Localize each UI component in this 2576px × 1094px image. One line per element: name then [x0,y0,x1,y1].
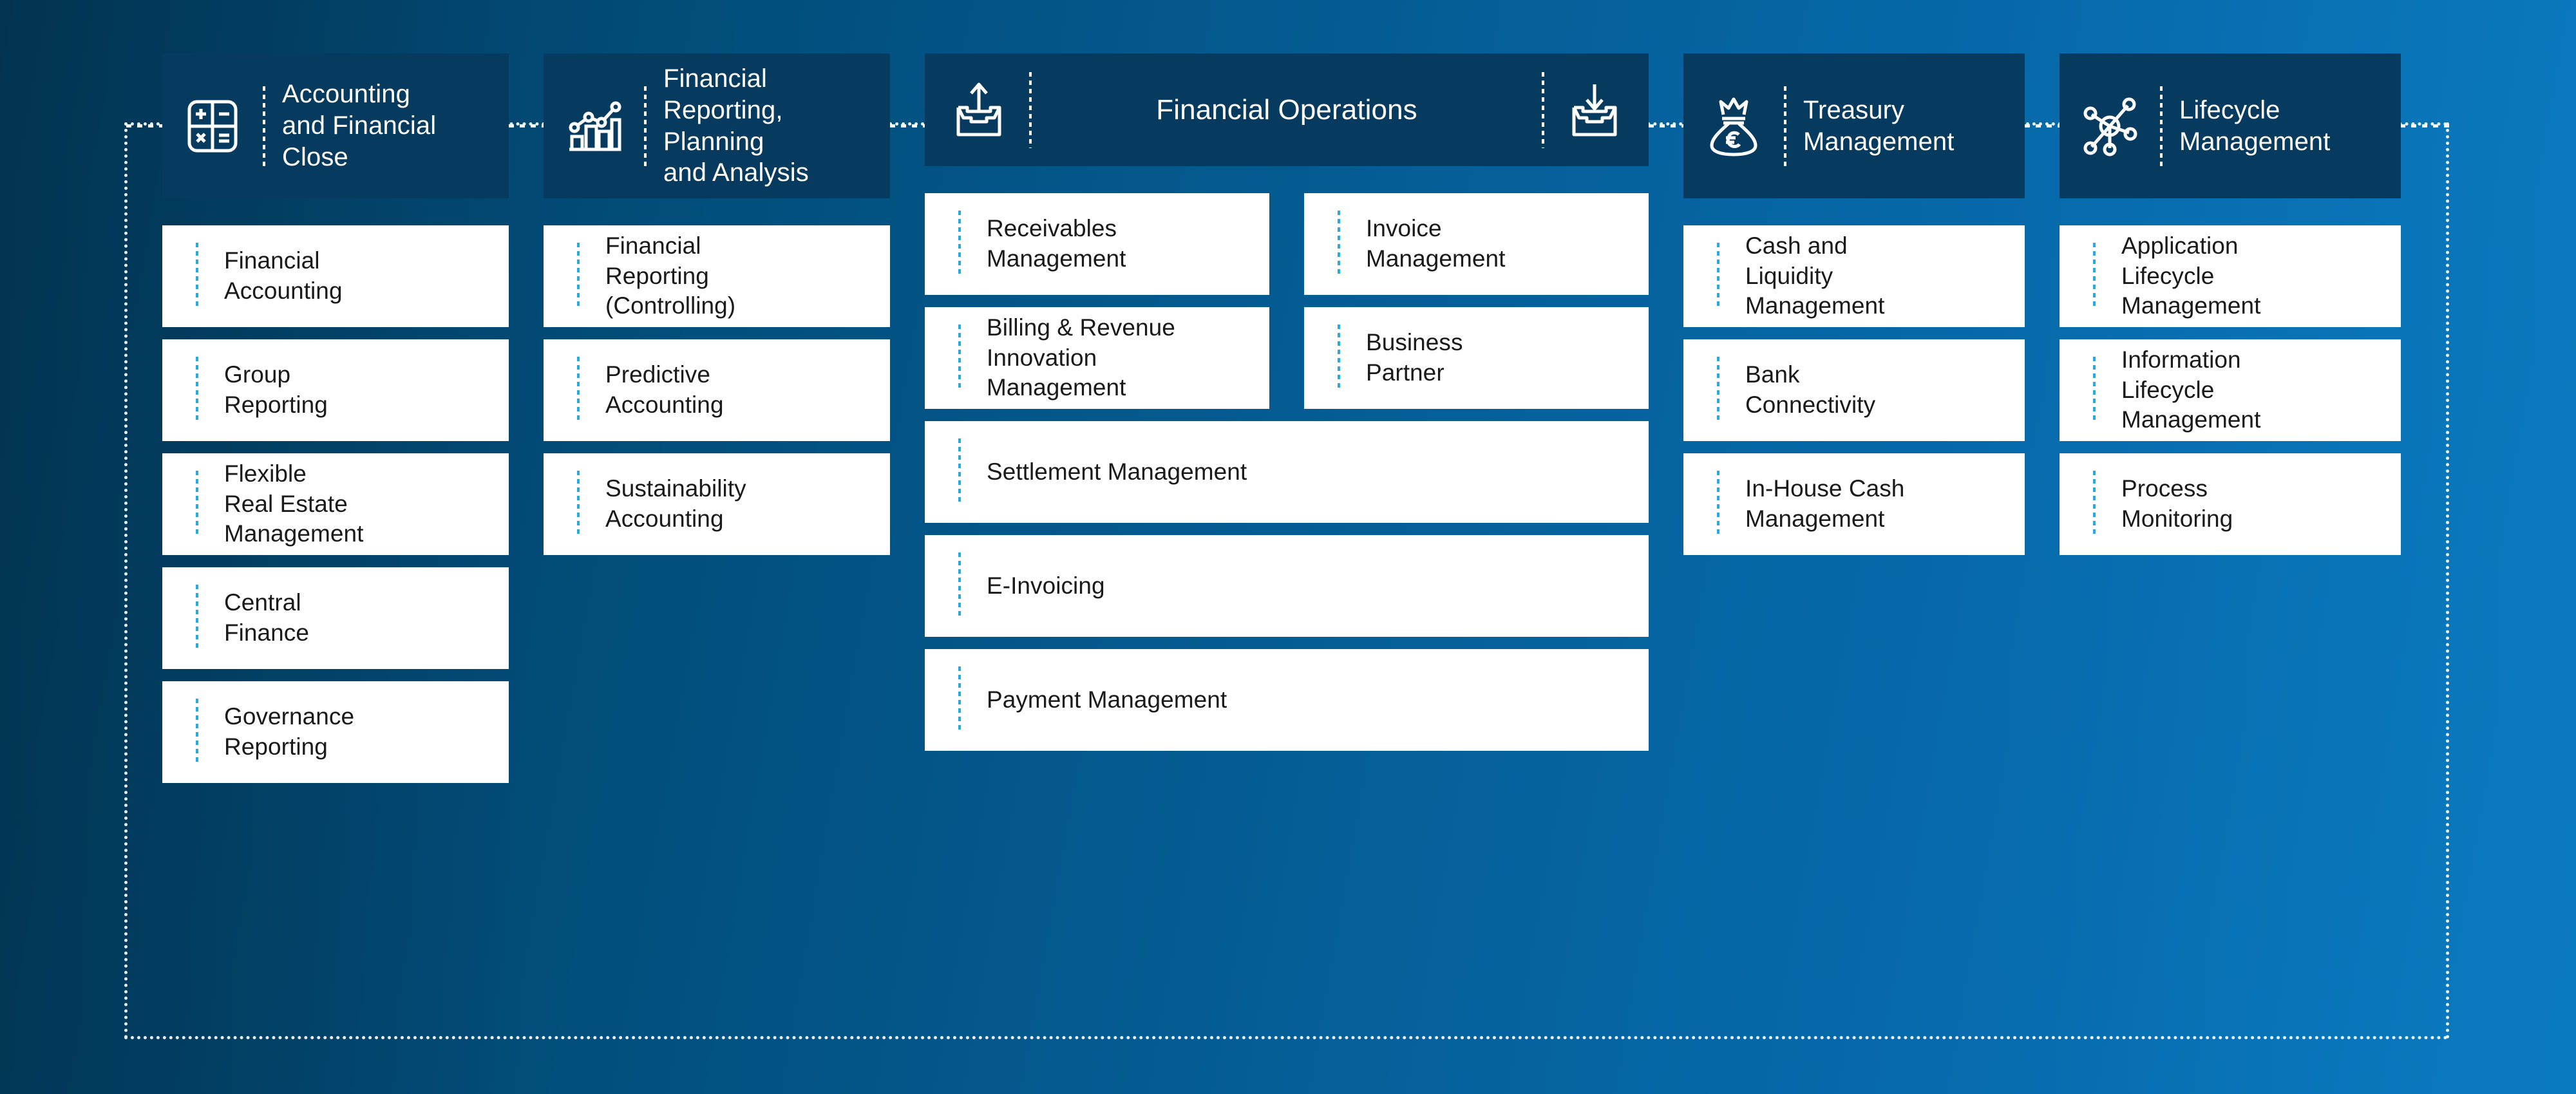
card-label: Financial Accounting [224,247,343,304]
card-information-lifecycle-management[interactable]: Information Lifecycle Management [2060,339,2401,441]
card-list-accounting-and-financial-close: Financial Accounting Group Reporting Fle… [162,225,509,783]
card-governance-reporting[interactable]: Governance Reporting [162,681,509,783]
card-label: Sustainability Accounting [605,475,746,532]
card-application-lifecycle-management[interactable]: Application Lifecycle Management [2060,225,2401,327]
card-accent-dots [958,325,961,391]
card-label: Group Reporting [224,361,328,418]
card-accent-dots [2093,357,2096,424]
card-accent-dots [1338,211,1340,278]
card-payment-management[interactable]: Payment Management [925,649,1649,751]
network-hub-nodes-icon [2076,93,2143,160]
card-bank-connectivity[interactable]: Bank Connectivity [1683,339,2025,441]
card-e-invoicing[interactable]: E-Invoicing [925,535,1649,637]
card-accent-dots [196,585,198,652]
header-divider-dots [1784,86,1786,166]
card-accent-dots [196,699,198,766]
column-lifecycle-management: Lifecycle Management Application Lifecyc… [2060,53,2401,555]
card-accent-dots [196,243,198,310]
capability-columns: Accounting and Financial Close Financial… [162,53,2412,1006]
card-label: Predictive Accounting [605,361,724,418]
header-title: Accounting and Financial Close [282,80,437,171]
card-label: Bank Connectivity [1745,361,1876,418]
header-title: Lifecycle Management [2179,95,2331,156]
header-accounting-and-financial-close[interactable]: Accounting and Financial Close [162,53,509,198]
card-list-treasury-management: Cash and Liquidity Management Bank Conne… [1683,225,2025,555]
column-accounting-and-financial-close: Accounting and Financial Close Financial… [162,53,509,783]
card-sustainability-accounting[interactable]: Sustainability Accounting [544,453,890,555]
card-accent-dots [196,357,198,424]
header-title: Financial Reporting, Planning and Analys… [663,64,809,187]
header-divider-dots [2160,86,2163,166]
card-list-financial-operations: Receivables Management Invoice Managemen… [925,193,1649,751]
card-flexible-real-estate-management[interactable]: Flexible Real Estate Management [162,453,509,555]
card-in-house-cash-management[interactable]: In-House Cash Management [1683,453,2025,555]
header-divider-dots-left [1029,71,1032,148]
card-accent-dots [1717,243,1719,310]
connector-dots-frame-left [126,124,164,127]
money-bag-euro-crown-icon [1700,93,1767,160]
calculator-icon [179,93,246,160]
card-label: Flexible Real Estate Management [224,460,364,547]
card-central-finance[interactable]: Central Finance [162,567,509,669]
card-cash-and-liquidity-management[interactable]: Cash and Liquidity Management [1683,225,2025,327]
card-settlement-management[interactable]: Settlement Management [925,421,1649,523]
card-list-financial-reporting-planning-and-analysis: Financial Reporting (Controlling) Predic… [544,225,890,555]
header-title: Treasury Management [1803,95,1955,156]
header-divider-dots [263,86,265,166]
header-treasury-management[interactable]: Treasury Management [1683,53,2025,198]
card-label: Payment Management [987,686,1227,713]
column-treasury-management: Treasury Management Cash and Liquidity M… [1683,53,2025,555]
header-divider-dots-right [1542,71,1544,148]
card-label: Governance Reporting [224,703,355,760]
header-divider-dots [644,86,647,166]
card-label: In-House Cash Management [1745,475,1905,532]
card-label: Information Lifecycle Management [2121,346,2261,433]
card-label: Financial Reporting (Controlling) [605,232,736,319]
card-label: Business Partner [1366,329,1463,386]
card-label: Invoice Management [1366,215,1506,272]
header-title: Financial Operations [1156,93,1417,126]
card-business-partner[interactable]: Business Partner [1304,307,1649,409]
card-label: Receivables Management [987,215,1126,272]
card-invoice-management[interactable]: Invoice Management [1304,193,1649,295]
card-accent-dots [2093,471,2096,538]
card-accent-dots [577,357,580,424]
card-label: E-Invoicing [987,572,1105,599]
card-label: Central Finance [224,589,309,646]
header-financial-operations[interactable]: Financial Operations [925,53,1649,166]
bar-chart-trend-icon [560,93,627,160]
card-list-lifecycle-management: Application Lifecycle Management Informa… [2060,225,2401,555]
card-billing-and-revenue-innovation-management[interactable]: Billing & Revenue Innovation Management [925,307,1269,409]
header-financial-reporting-planning-and-analysis[interactable]: Financial Reporting, Planning and Analys… [544,53,890,198]
diagram-canvas: Accounting and Financial Close Financial… [0,0,2576,1094]
card-process-monitoring[interactable]: Process Monitoring [2060,453,2401,555]
card-financial-reporting-controlling[interactable]: Financial Reporting (Controlling) [544,225,890,327]
card-accent-dots [1717,357,1719,424]
card-accent-dots [2093,243,2096,310]
card-accent-dots [958,666,961,733]
outbox-up-arrow-icon [945,77,1012,144]
card-label: Settlement Management [987,458,1247,485]
card-financial-accounting[interactable]: Financial Accounting [162,225,509,327]
inbox-down-arrow-icon [1561,77,1628,144]
card-predictive-accounting[interactable]: Predictive Accounting [544,339,890,441]
card-label: Process Monitoring [2121,475,2233,532]
card-accent-dots [958,552,961,619]
card-accent-dots [196,471,198,538]
card-receivables-management[interactable]: Receivables Management [925,193,1269,295]
card-group-reporting[interactable]: Group Reporting [162,339,509,441]
card-label: Billing & Revenue Innovation Management [987,314,1175,401]
header-lifecycle-management[interactable]: Lifecycle Management [2060,53,2401,198]
card-accent-dots [958,211,961,278]
card-accent-dots [577,243,580,310]
column-financial-operations: Financial Operations Receivables Managem… [925,53,1649,751]
card-label: Application Lifecycle Management [2121,232,2261,319]
card-accent-dots [958,439,961,505]
card-accent-dots [577,471,580,538]
card-accent-dots [1717,471,1719,538]
card-accent-dots [1338,325,1340,391]
card-label: Cash and Liquidity Management [1745,232,1885,319]
column-financial-reporting-planning-and-analysis: Financial Reporting, Planning and Analys… [544,53,890,555]
